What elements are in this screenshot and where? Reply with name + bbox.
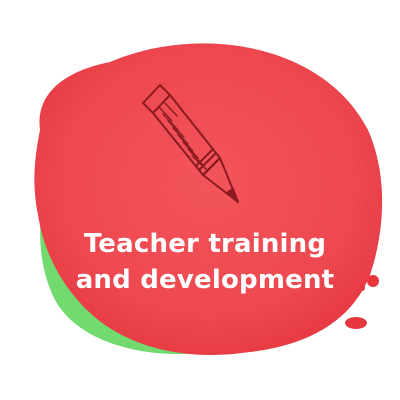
drip xyxy=(367,275,379,287)
caption: Teacher training and development xyxy=(60,226,350,298)
badge: Teacher training and development xyxy=(0,0,400,400)
caption-line-2: and development xyxy=(75,265,335,295)
red-splash xyxy=(34,43,383,355)
drip xyxy=(345,317,367,329)
caption-line-1: Teacher training xyxy=(83,229,327,259)
watercolor-blob xyxy=(34,43,383,355)
drip xyxy=(359,285,365,291)
